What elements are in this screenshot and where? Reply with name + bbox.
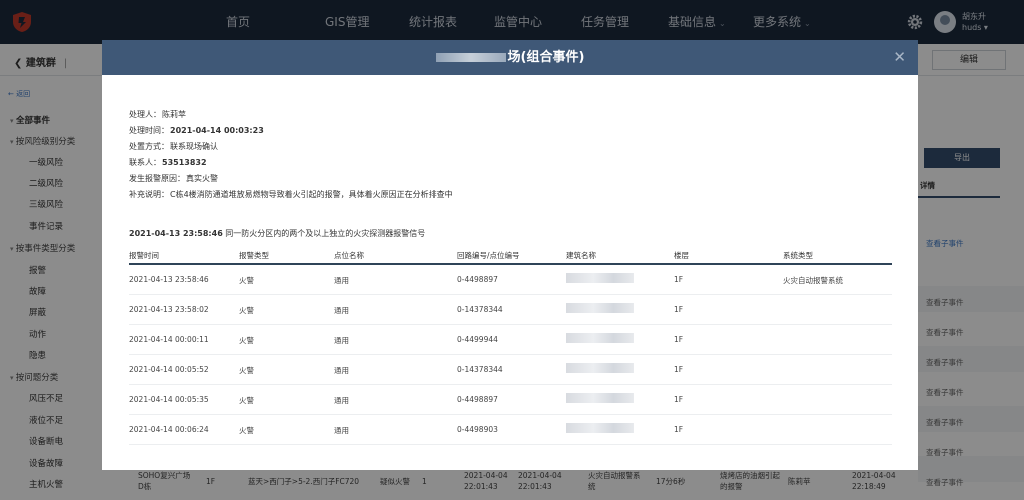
cell-type: 火警 (239, 306, 254, 315)
cell-time: 2021-04-13 23:58:46 (129, 275, 209, 284)
column-header: 点位名称 (334, 251, 364, 260)
cell-time: 2021-04-14 00:05:35 (129, 395, 209, 404)
cell-type: 火警 (239, 336, 254, 345)
redacted-building-name (566, 303, 634, 313)
info-line-4: 发生报警原因：真实火警 (129, 174, 218, 183)
table-row[interactable]: 2021-04-14 00:00:11 火警 通用 0-4499944 1F (129, 325, 892, 355)
redacted-building-name (566, 363, 634, 373)
redacted-building-name (566, 273, 634, 283)
cell-floor: 1F (674, 305, 684, 314)
redacted-title (435, 53, 506, 62)
event-summary: 2021-04-13 23:58:46 同一防火分区内的两个及以上独立的火灾探测… (129, 229, 426, 238)
cell-floor: 1F (674, 275, 684, 284)
cell-time: 2021-04-14 00:00:11 (129, 335, 209, 344)
cell-point: 通用 (334, 306, 349, 315)
cell-point: 通用 (334, 396, 349, 405)
column-header: 建筑名称 (566, 251, 596, 260)
modal-title: 场(组合事件) (102, 40, 918, 75)
cell-floor: 1F (674, 365, 684, 374)
cell-floor: 1F (674, 395, 684, 404)
table-row[interactable]: 2021-04-14 00:06:24 火警 通用 0-4498903 1F (129, 415, 892, 445)
info-line-1: 处理时间：2021-04-14 00:03:23 (129, 126, 264, 135)
combined-event-modal: 场(组合事件) ✕ 处理人：陈莉苹处理时间：2021-04-14 00:03:2… (102, 40, 918, 470)
redacted-building-name (566, 393, 634, 403)
cell-time: 2021-04-14 00:05:52 (129, 365, 209, 374)
cell-type: 火警 (239, 366, 254, 375)
cell-point: 通用 (334, 366, 349, 375)
table-row[interactable]: 2021-04-14 00:05:52 火警 通用 0-14378344 1F (129, 355, 892, 385)
cell-type: 火警 (239, 396, 254, 405)
cell-point: 通用 (334, 276, 349, 285)
close-icon[interactable]: ✕ (893, 50, 906, 65)
cell-point: 通用 (334, 336, 349, 345)
table-row[interactable]: 2021-04-14 00:05:35 火警 通用 0-4498897 1F (129, 385, 892, 415)
cell-type: 火警 (239, 426, 254, 435)
cell-code: 0-4498903 (457, 425, 498, 434)
column-header: 报警时间 (129, 251, 159, 260)
cell-code: 0-4498897 (457, 275, 498, 284)
cell-system: 火灾自动报警系统 (783, 276, 843, 285)
cell-code: 0-4499944 (457, 335, 498, 344)
info-line-3: 联系人：53513832 (129, 158, 207, 167)
cell-floor: 1F (674, 335, 684, 344)
column-header: 楼层 (674, 251, 689, 260)
info-line-5: 补充说明：C栋4楼消防通道堆放易燃物导致着火引起的报警，具体着火原因正在分析排查… (129, 190, 453, 199)
cell-time: 2021-04-14 00:06:24 (129, 425, 209, 434)
cell-code: 0-14378344 (457, 305, 503, 314)
cell-type: 火警 (239, 276, 254, 285)
cell-code: 0-14378344 (457, 365, 503, 374)
cell-time: 2021-04-13 23:58:02 (129, 305, 209, 314)
cell-floor: 1F (674, 425, 684, 434)
column-header: 回路编号/点位编号 (457, 251, 520, 260)
table-row[interactable]: 2021-04-13 23:58:46 火警 通用 0-4498897 1F 火灾自动报警… (129, 265, 892, 295)
column-header: 系统类型 (783, 251, 813, 260)
redacted-building-name (566, 333, 634, 343)
table-row[interactable]: 2021-04-13 23:58:02 火警 通用 0-14378344 1F (129, 295, 892, 325)
redacted-building-name (566, 423, 634, 433)
cell-code: 0-4498897 (457, 395, 498, 404)
info-line-0: 处理人：陈莉苹 (129, 110, 186, 119)
cell-point: 通用 (334, 426, 349, 435)
column-header: 报警类型 (239, 251, 269, 260)
modal-header: 场(组合事件) ✕ (102, 40, 918, 75)
info-line-2: 处置方式：联系现场确认 (129, 142, 218, 151)
